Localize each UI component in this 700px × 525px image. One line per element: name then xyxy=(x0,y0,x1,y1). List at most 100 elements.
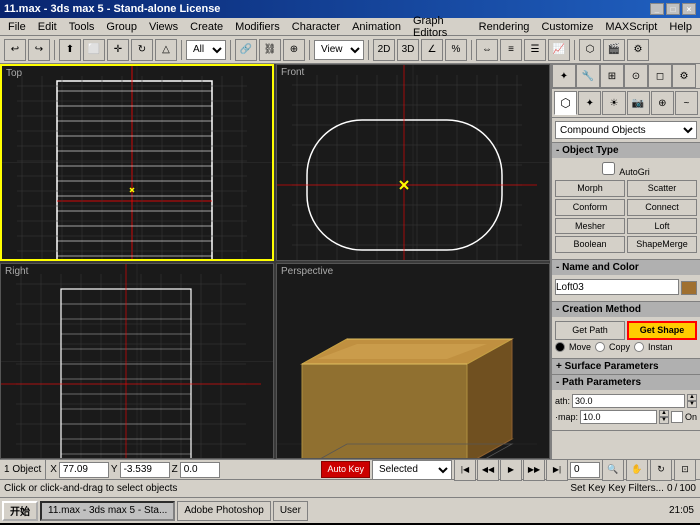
compound-dropdown[interactable]: Compound Objects xyxy=(555,121,697,139)
viewport-perspective[interactable]: Perspective xyxy=(276,263,550,460)
next-frame-button[interactable]: ▶| xyxy=(546,459,568,481)
rotate-button[interactable]: ↻ xyxy=(131,39,153,61)
panel-tab-modify[interactable]: 🔧 xyxy=(576,64,600,88)
select-button[interactable]: ⬆ xyxy=(59,39,81,61)
snap-spinner[interactable]: ▲ ▼ xyxy=(659,410,669,424)
select-filter-dropdown[interactable]: All xyxy=(186,40,226,60)
panel-tab-display[interactable]: ◻ xyxy=(648,64,672,88)
graph-button[interactable]: 📈 xyxy=(548,39,570,61)
z-value[interactable] xyxy=(180,462,220,478)
name-field[interactable] xyxy=(555,279,679,295)
bind-button[interactable]: ⊕ xyxy=(283,39,305,61)
path-spin-down[interactable]: ▼ xyxy=(687,401,697,408)
menu-character[interactable]: Character xyxy=(286,20,346,34)
panel-tab-utilities[interactable]: ⚙ xyxy=(672,64,696,88)
orbit-button[interactable]: ↻ xyxy=(650,459,672,481)
move-radio[interactable] xyxy=(555,342,565,352)
play-button[interactable]: ▶ xyxy=(500,459,522,481)
panel-tab-hierarchy[interactable]: ⊞ xyxy=(600,64,624,88)
color-swatch[interactable] xyxy=(681,281,697,295)
path-params-header[interactable]: - Path Parameters xyxy=(552,375,700,390)
prev-frame-button[interactable]: |◀ xyxy=(454,459,476,481)
snap-input[interactable] xyxy=(580,410,657,424)
render-button[interactable]: 🎬 xyxy=(603,39,625,61)
path-spin-up[interactable]: ▲ xyxy=(687,394,697,401)
shapemerge-button[interactable]: ShapeMerge xyxy=(627,236,697,253)
boolean-button[interactable]: Boolean xyxy=(555,236,625,253)
pan-button[interactable]: ✋ xyxy=(626,459,648,481)
layer-button[interactable]: ☰ xyxy=(524,39,546,61)
subtab-spacewarp[interactable]: ~ xyxy=(675,91,698,115)
redo-button[interactable]: ↪ xyxy=(28,39,50,61)
select-region-button[interactable]: ⬜ xyxy=(83,39,105,61)
viewport-front[interactable]: Front xyxy=(276,64,550,261)
menu-graph-editors[interactable]: Graph Editors xyxy=(407,14,473,40)
title-bar-buttons[interactable]: _ □ × xyxy=(650,3,696,15)
move-button[interactable]: ✛ xyxy=(107,39,129,61)
scale-button[interactable]: △ xyxy=(155,39,177,61)
panel-tab-create[interactable]: ✦ xyxy=(552,64,576,88)
taskbar-3dsmax[interactable]: 11.max - 3ds max 5 - Sta... xyxy=(40,501,175,521)
subtab-geometry[interactable]: ⬡ xyxy=(554,91,577,115)
angle-snap-button[interactable]: ∠ xyxy=(421,39,443,61)
link-button[interactable]: 🔗 xyxy=(235,39,257,61)
zoom-button[interactable]: 🔍 xyxy=(602,459,624,481)
menu-modifiers[interactable]: Modifiers xyxy=(229,20,286,34)
align-button[interactable]: ≡ xyxy=(500,39,522,61)
mirror-button[interactable]: ⇔ xyxy=(476,39,498,61)
scatter-button[interactable]: Scatter xyxy=(627,180,697,197)
on-checkbox[interactable] xyxy=(671,411,683,423)
instance-radio[interactable] xyxy=(634,342,644,352)
close-button[interactable]: × xyxy=(682,3,696,15)
copy-radio[interactable] xyxy=(595,342,605,352)
menu-edit[interactable]: Edit xyxy=(32,20,63,34)
creation-method-header[interactable]: - Creation Method xyxy=(552,302,700,317)
material-editor-button[interactable]: ⬡ xyxy=(579,39,601,61)
menu-help[interactable]: Help xyxy=(663,20,698,34)
name-color-header[interactable]: - Name and Color xyxy=(552,260,700,275)
maximize-button[interactable]: □ xyxy=(666,3,680,15)
taskbar-user[interactable]: User xyxy=(273,501,308,521)
unlink-button[interactable]: ⛓ xyxy=(259,39,281,61)
mesher-button[interactable]: Mesher xyxy=(555,218,625,235)
menu-file[interactable]: File xyxy=(2,20,32,34)
x-value[interactable] xyxy=(59,462,109,478)
subtab-lights[interactable]: ☀ xyxy=(602,91,625,115)
frame-input[interactable] xyxy=(570,462,600,478)
snap-3d-button[interactable]: 3D xyxy=(397,39,419,61)
snap-spin-up[interactable]: ▲ xyxy=(659,410,669,417)
object-type-header[interactable]: - Object Type xyxy=(552,143,700,158)
start-button[interactable]: 开始 xyxy=(2,501,38,521)
menu-maxscript[interactable]: MAXScript xyxy=(599,20,663,34)
surface-params-header[interactable]: + Surface Parameters xyxy=(552,359,700,374)
maximize-vp-button[interactable]: ⊡ xyxy=(674,459,696,481)
menu-customize[interactable]: Customize xyxy=(535,20,599,34)
menu-create[interactable]: Create xyxy=(184,20,229,34)
snap-2d-button[interactable]: 2D xyxy=(373,39,395,61)
menu-animation[interactable]: Animation xyxy=(346,20,407,34)
subtab-helpers[interactable]: ⊕ xyxy=(651,91,674,115)
panel-tab-motion[interactable]: ⊙ xyxy=(624,64,648,88)
selected-dropdown[interactable]: Selected xyxy=(372,460,452,480)
view-dropdown[interactable]: View xyxy=(314,40,364,60)
path-input[interactable] xyxy=(572,394,685,408)
viewport-right[interactable]: Right xyxy=(0,263,274,460)
undo-button[interactable]: ↩ xyxy=(4,39,26,61)
minimize-button[interactable]: _ xyxy=(650,3,664,15)
y-value[interactable] xyxy=(120,462,170,478)
snap-spin-down[interactable]: ▼ xyxy=(659,417,669,424)
menu-group[interactable]: Group xyxy=(100,20,143,34)
morph-button[interactable]: Morph xyxy=(555,180,625,197)
subtab-cameras[interactable]: 📷 xyxy=(627,91,650,115)
menu-views[interactable]: Views xyxy=(143,20,184,34)
next-key-button[interactable]: ▶▶ xyxy=(523,459,545,481)
taskbar-photoshop[interactable]: Adobe Photoshop xyxy=(177,501,271,521)
render-setup-button[interactable]: ⚙ xyxy=(627,39,649,61)
prev-key-button[interactable]: ◀◀ xyxy=(477,459,499,481)
loft-button[interactable]: Loft xyxy=(627,218,697,235)
connect-button[interactable]: Connect xyxy=(627,199,697,216)
path-spinner[interactable]: ▲ ▼ xyxy=(687,394,697,408)
get-path-button[interactable]: Get Path xyxy=(555,321,625,340)
conform-button[interactable]: Conform xyxy=(555,199,625,216)
autogrid-checkbox[interactable] xyxy=(602,162,615,175)
